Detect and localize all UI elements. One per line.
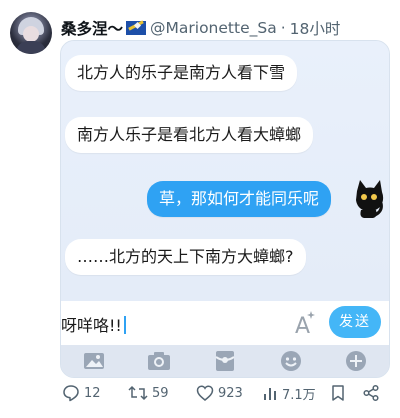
emoji-icon[interactable]	[279, 350, 303, 372]
separator: ·	[280, 19, 286, 37]
tweet-image[interactable]: 北方人的乐子是南方人看下雪 南方人乐子是看北方人看大蟑螂 草，那如何才能同乐呢 …	[60, 40, 390, 378]
text-caret	[123, 316, 126, 334]
retweet-count: 59	[152, 385, 169, 401]
avatar[interactable]	[10, 12, 52, 54]
like-button[interactable]: 923	[196, 382, 243, 404]
views-button[interactable]: 7.1万	[262, 382, 316, 404]
reply-button[interactable]: 12	[62, 382, 101, 404]
timestamp[interactable]: 18小时	[290, 17, 341, 39]
tweet-actions: 12 59 923 7.1万	[60, 382, 394, 404]
heart-icon	[196, 385, 214, 401]
plus-icon[interactable]	[344, 350, 368, 372]
message-input[interactable]: 呀咩咯!!	[61, 312, 126, 336]
chat-toolbar	[61, 345, 389, 377]
tweet-header: 桑多涅〜 @Marionette_Sa · 18小时	[61, 16, 394, 40]
chat-bubble-right: 草，那如何才能同乐呢	[147, 181, 332, 217]
chat-bubble-left: 北方人的乐子是南方人看下雪	[65, 55, 298, 91]
red-packet-icon[interactable]	[213, 350, 237, 372]
views-icon	[264, 388, 276, 400]
retweet-button[interactable]: 59	[128, 382, 169, 404]
user-handle[interactable]: @Marionette_Sa	[150, 19, 277, 37]
views-count: 7.1万	[282, 387, 316, 403]
display-name[interactable]: 桑多涅〜	[61, 17, 123, 39]
svg-text:A: A	[295, 314, 310, 337]
flag-icon	[126, 21, 147, 35]
like-count: 923	[218, 385, 243, 401]
camera-icon[interactable]	[147, 350, 171, 372]
message-input-text: 呀咩咯!!	[61, 316, 122, 335]
send-button[interactable]: 发送	[329, 306, 381, 338]
chat-bubble-left: 南方人乐子是看北方人看大蟑螂	[65, 117, 314, 153]
share-button[interactable]	[362, 382, 384, 404]
message-input-bar: 呀咩咯!! A 发送	[61, 301, 389, 345]
image-icon[interactable]	[82, 350, 106, 372]
bookmark-icon	[332, 385, 344, 401]
chat-area: 北方人的乐子是南方人看下雪 南方人乐子是看北方人看大蟑螂 草，那如何才能同乐呢 …	[61, 41, 389, 301]
reply-count: 12	[84, 385, 101, 401]
reply-icon	[63, 385, 79, 402]
chat-bubble-left: ……北方的天上下南方大蟑螂?	[65, 239, 306, 275]
share-icon	[363, 384, 379, 402]
font-size-icon[interactable]: A	[289, 307, 319, 337]
cat-avatar-icon	[356, 180, 384, 218]
bookmark-button[interactable]	[330, 382, 350, 404]
retweet-icon	[128, 385, 148, 401]
